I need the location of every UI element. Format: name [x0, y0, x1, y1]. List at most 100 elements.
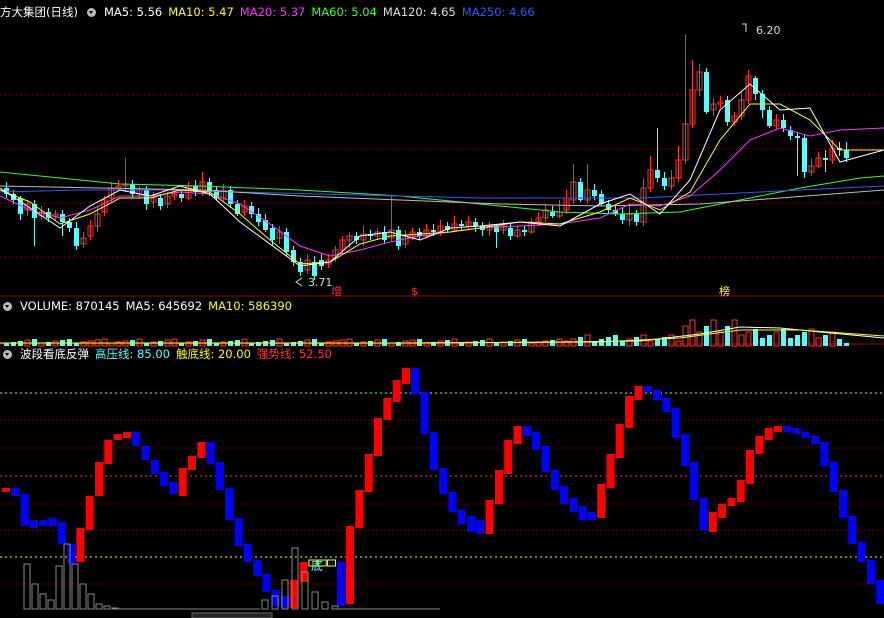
volume-bar	[620, 341, 625, 346]
indicator-step	[234, 518, 243, 546]
indicator-step	[169, 482, 178, 494]
candle-body	[74, 228, 79, 246]
indicator-step	[150, 460, 159, 474]
indicator-step	[401, 368, 410, 384]
indicator-step	[20, 494, 29, 526]
date-cursor-strip	[191, 612, 273, 618]
indicator-header: 波段看底反弹 高压线: 85.00 触底线: 20.00 强势线: 52.50	[0, 346, 332, 362]
indicator-step	[643, 386, 652, 392]
volume-bar	[767, 335, 772, 346]
event-marker: $	[411, 285, 418, 298]
ma5-label: MA5: 5.56	[103, 5, 163, 19]
indicator-step	[355, 490, 364, 528]
indicator-step	[429, 432, 438, 470]
candle-body	[522, 230, 527, 232]
indicator-step	[215, 462, 224, 490]
indicator-step	[383, 398, 392, 420]
indicator-title: 波段看底反弹	[20, 347, 89, 361]
stock-name: 方大集团	[0, 5, 46, 19]
indicator-step	[188, 456, 196, 470]
candle-body	[396, 230, 401, 246]
indicator-step	[225, 488, 234, 520]
indicator-menu-icon[interactable]	[3, 301, 12, 311]
indicator-step	[439, 468, 448, 494]
indicator-menu-icon[interactable]	[3, 349, 12, 359]
indicator-step	[541, 446, 550, 472]
indicator-step	[653, 390, 661, 400]
volume-bar	[788, 338, 793, 346]
indicator-step	[160, 472, 169, 486]
ma10-label: MA10: 5.47	[168, 5, 234, 19]
high-line-label: 高压线: 85.00	[95, 347, 170, 361]
indicator-step	[411, 368, 420, 394]
indicator-step	[364, 454, 373, 492]
indicator-menu-icon[interactable]	[86, 7, 96, 17]
indicator-step	[104, 440, 113, 464]
event-marker: 增	[331, 284, 342, 298]
indicator-step	[253, 560, 262, 576]
candle-body	[802, 138, 807, 172]
volume-bar	[508, 341, 513, 346]
ma20-label: MA20: 5.37	[239, 5, 306, 19]
volume-bar	[473, 341, 478, 346]
candle-body	[655, 170, 660, 178]
indicator-step	[85, 496, 94, 530]
candle-body	[767, 110, 772, 126]
indicator-step	[262, 574, 271, 592]
volume-label: VOLUME: 870145	[20, 299, 120, 313]
indicator-step	[783, 426, 792, 432]
volume-header: VOLUME: 870145 MA5: 645692 MA10: 586390	[0, 298, 292, 314]
volume-bar	[704, 326, 709, 346]
volume-bar	[613, 335, 618, 346]
indicator-step	[132, 432, 141, 446]
indicator-step	[708, 512, 717, 532]
touch-line-label: 触底线: 20.00	[175, 347, 251, 361]
indicator-step	[420, 392, 429, 434]
bottom-signal-bar	[261, 599, 269, 610]
indicator-step	[113, 434, 122, 440]
indicator-step	[346, 526, 355, 604]
indicator-step	[848, 516, 857, 544]
indicator-step	[578, 506, 587, 520]
candle-body	[578, 182, 583, 200]
indicator-step	[76, 528, 85, 562]
indicator-step	[374, 418, 382, 456]
indicator-step	[336, 562, 345, 606]
indicator-step	[48, 518, 57, 526]
candle-body	[473, 222, 478, 226]
volume-bar	[802, 332, 807, 346]
candle-body	[795, 136, 800, 138]
volume-bar	[823, 335, 828, 346]
candle-body	[550, 212, 555, 216]
bottom-signal-bar	[87, 593, 95, 610]
candle-body	[620, 214, 625, 220]
high-price-label: 6.20	[756, 24, 781, 37]
bottom-signal-bar	[55, 565, 63, 610]
volume-bar	[689, 319, 696, 347]
candle-body	[781, 120, 786, 128]
ma120-label: MA120: 4.65	[382, 5, 456, 19]
volume-bar	[837, 339, 842, 346]
candle-body	[431, 230, 436, 232]
candle-body	[459, 224, 464, 226]
indicator-step	[457, 510, 466, 524]
low-price-label: 3.71	[308, 276, 333, 289]
volume-bar	[514, 339, 521, 347]
indicator-step	[39, 520, 48, 526]
indicator-step	[811, 436, 820, 444]
candle-body	[179, 194, 184, 198]
indicator-step	[829, 462, 838, 492]
volume-bar	[459, 343, 464, 346]
indicator-step	[494, 470, 503, 504]
high-pointer	[742, 23, 747, 32]
indicator-step	[206, 442, 215, 464]
indicator-step	[773, 426, 782, 432]
price-header: 方大集团 (日线) MA5: 5.56 MA10: 5.47 MA20: 5.37…	[0, 4, 535, 20]
indicator-step	[690, 462, 699, 500]
volume-bar	[760, 338, 765, 346]
candle-body	[592, 190, 597, 196]
indicator-step	[392, 380, 401, 402]
candle-body	[158, 198, 163, 206]
candle-body	[270, 228, 275, 240]
bottom-signal-bar	[321, 601, 329, 610]
